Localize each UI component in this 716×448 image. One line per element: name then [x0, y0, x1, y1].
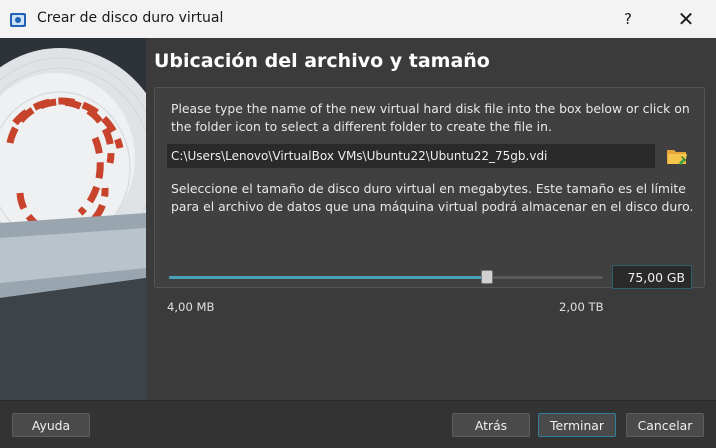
- size-slider[interactable]: [169, 270, 603, 286]
- finish-button[interactable]: Terminar: [538, 413, 616, 437]
- slider-handle[interactable]: [481, 270, 493, 284]
- button-bar: Ayuda Atrás Terminar Cancelar: [0, 400, 716, 448]
- file-location-size-group: Please type the name of the new virtual …: [154, 87, 705, 314]
- close-icon[interactable]: ✕: [664, 4, 708, 34]
- slider-min-label: 4,00 MB: [167, 300, 215, 314]
- help-button[interactable]: Ayuda: [12, 413, 90, 437]
- window-title: Crear de disco duro virtual: [37, 10, 224, 26]
- location-description: Please type the name of the new virtual …: [171, 101, 690, 134]
- virtualbox-app-icon: [9, 11, 27, 29]
- size-description: Seleccione el tamaño de disco duro virtu…: [171, 181, 694, 214]
- page-title: Ubicación del archivo y tamaño: [154, 50, 490, 72]
- slider-fill: [169, 276, 487, 279]
- back-button[interactable]: Atrás: [452, 413, 530, 437]
- slider-max-label: 2,00 TB: [559, 300, 604, 314]
- size-value-input[interactable]: [612, 265, 692, 289]
- wizard-page: Ubicación del archivo y tamaño Please ty…: [146, 38, 716, 400]
- title-bar: Crear de disco duro virtual ? ✕: [0, 0, 716, 38]
- wizard-side-image: [0, 38, 146, 400]
- cancel-button[interactable]: Cancelar: [626, 413, 704, 437]
- help-title-button[interactable]: ?: [608, 4, 648, 34]
- file-path-input[interactable]: [167, 144, 655, 168]
- folder-open-icon[interactable]: [665, 144, 689, 168]
